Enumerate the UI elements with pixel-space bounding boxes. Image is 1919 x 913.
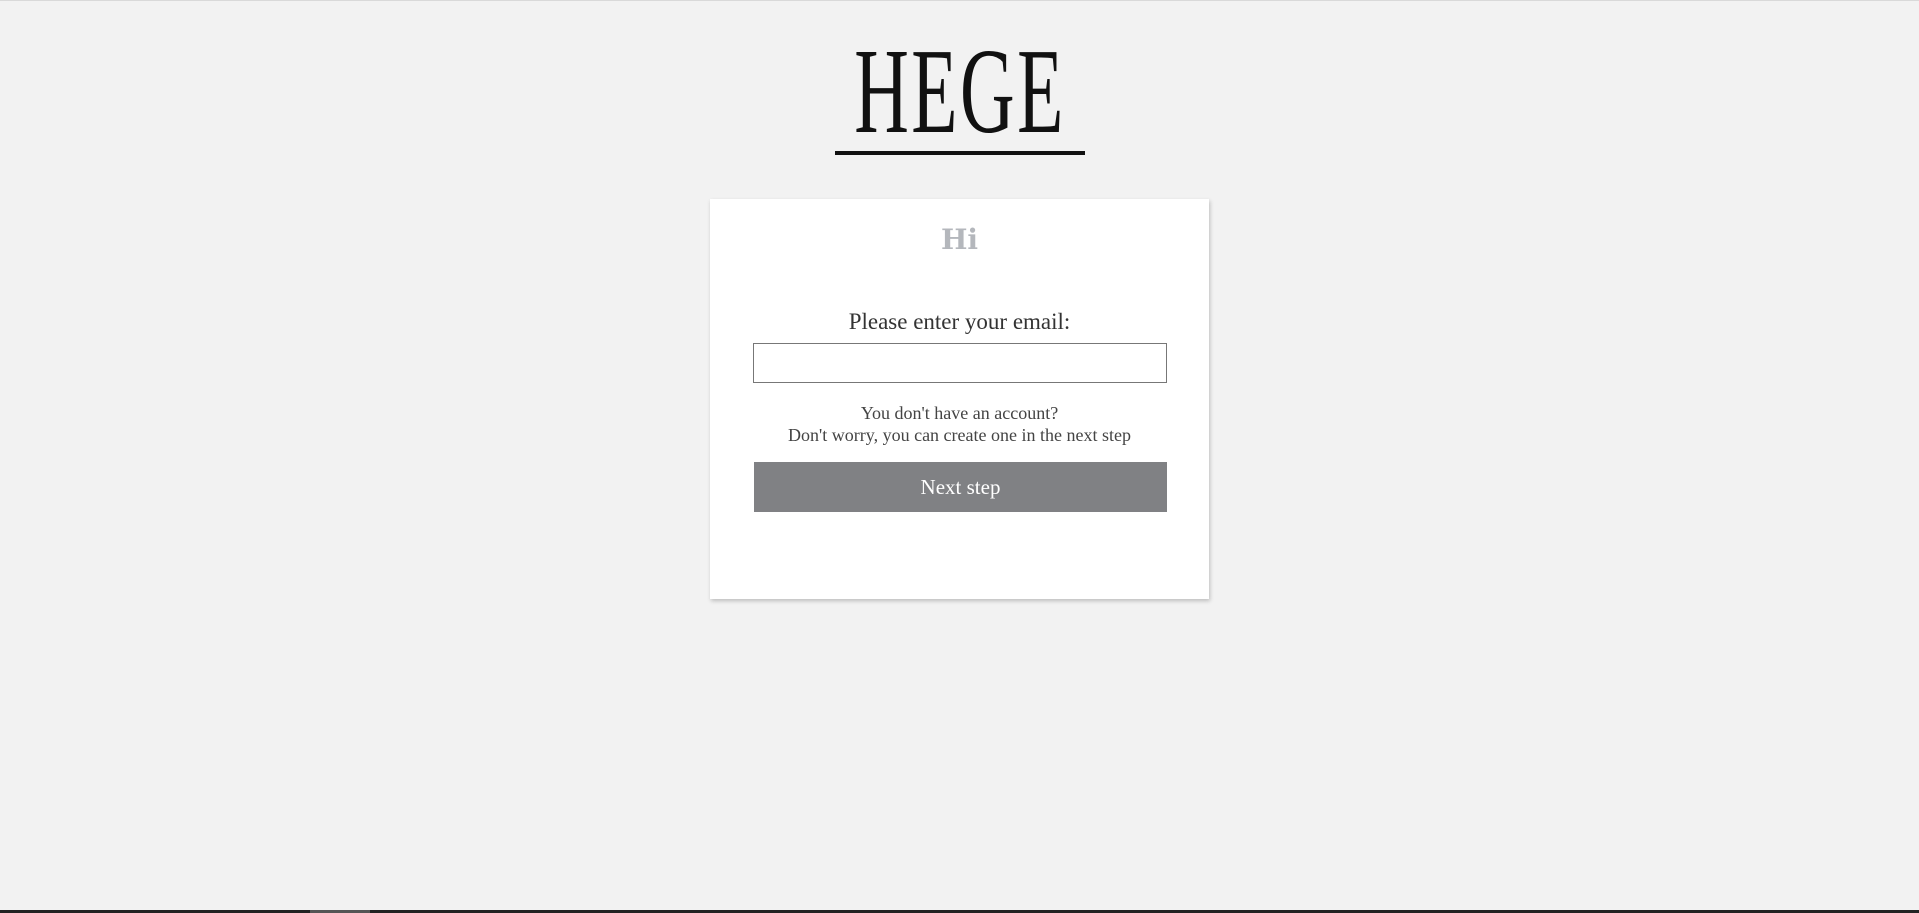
brand-logo: HEGE	[835, 24, 1085, 159]
account-info-line-2: Don't worry, you can create one in the n…	[788, 425, 1131, 445]
greeting-heading: Hi	[940, 223, 979, 256]
top-border	[0, 0, 1919, 1]
login-card: Hi Please enter your email: You don't ha…	[710, 199, 1209, 599]
account-info: You don't have an account? Don't worry, …	[710, 402, 1209, 446]
logo-underline	[835, 151, 1085, 155]
email-label: Please enter your email:	[848, 309, 1071, 334]
account-info-line-1: You don't have an account?	[860, 403, 1059, 423]
next-step-button[interactable]: Next step	[754, 462, 1167, 512]
email-field[interactable]	[753, 343, 1167, 383]
logo-text: HEGE	[854, 24, 1066, 159]
